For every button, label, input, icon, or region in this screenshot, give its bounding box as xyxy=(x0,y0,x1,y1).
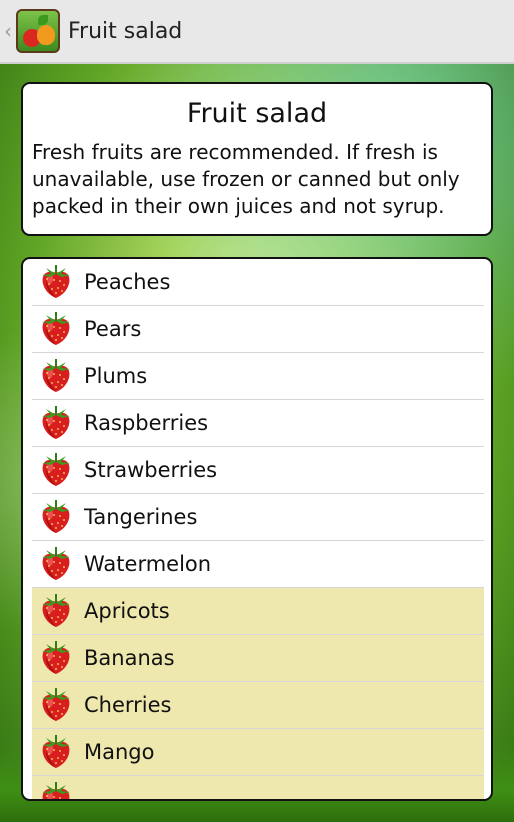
list-item-label: Apricots xyxy=(84,599,170,623)
list-item-label: Raspberries xyxy=(84,411,209,435)
strawberry-icon xyxy=(36,591,76,631)
strawberry-icon xyxy=(36,262,76,302)
strawberry-icon xyxy=(36,779,76,799)
strawberry-icon xyxy=(36,732,76,772)
fruit-app-icon[interactable] xyxy=(16,9,60,53)
list-item[interactable]: Pears xyxy=(32,306,484,353)
strawberry-icon xyxy=(36,403,76,443)
info-card: Fruit salad Fresh fruits are recommended… xyxy=(21,82,493,236)
back-caret-icon[interactable]: ‹ xyxy=(4,19,14,43)
strawberry-icon xyxy=(36,356,76,396)
list-item[interactable]: Plums xyxy=(32,353,484,400)
fruit-list-card: Peaches Pears Plums Raspberries Strawber xyxy=(21,257,493,801)
strawberry-icon xyxy=(36,544,76,584)
list-item[interactable] xyxy=(32,776,484,799)
strawberry-icon xyxy=(36,497,76,537)
fruit-list: Peaches Pears Plums Raspberries Strawber xyxy=(32,259,484,799)
list-item-label: Plums xyxy=(84,364,148,388)
info-title: Fruit salad xyxy=(186,98,328,129)
strawberry-icon xyxy=(36,450,76,490)
strawberry-icon xyxy=(36,638,76,678)
list-item-label: Peaches xyxy=(84,270,171,294)
list-item[interactable]: Bananas xyxy=(32,635,484,682)
list-item[interactable]: Watermelon xyxy=(32,541,484,588)
list-item-label: Pears xyxy=(84,317,142,341)
list-item[interactable]: Mango xyxy=(32,729,484,776)
action-bar: ‹ Fruit salad xyxy=(0,0,514,64)
icon-leaf xyxy=(38,15,48,25)
list-item[interactable]: Cherries xyxy=(32,682,484,729)
list-item[interactable]: Apricots xyxy=(32,588,484,635)
list-item-label: Bananas xyxy=(84,646,175,670)
list-item[interactable]: Peaches xyxy=(32,259,484,306)
icon-orange xyxy=(37,25,55,45)
list-item-label: Watermelon xyxy=(84,552,212,576)
list-item[interactable]: Strawberries xyxy=(32,447,484,494)
info-text: Fresh fruits are recommended. If fresh i… xyxy=(32,140,460,218)
list-item[interactable]: Tangerines xyxy=(32,494,484,541)
page-title: Fruit salad xyxy=(68,18,183,44)
list-item-label: Cherries xyxy=(84,693,172,717)
list-item-label: Mango xyxy=(84,740,155,764)
strawberry-icon xyxy=(36,309,76,349)
list-item-label: Tangerines xyxy=(84,505,198,529)
strawberry-icon xyxy=(36,685,76,725)
list-item[interactable]: Raspberries xyxy=(32,400,484,447)
list-item-label: Strawberries xyxy=(84,458,218,482)
